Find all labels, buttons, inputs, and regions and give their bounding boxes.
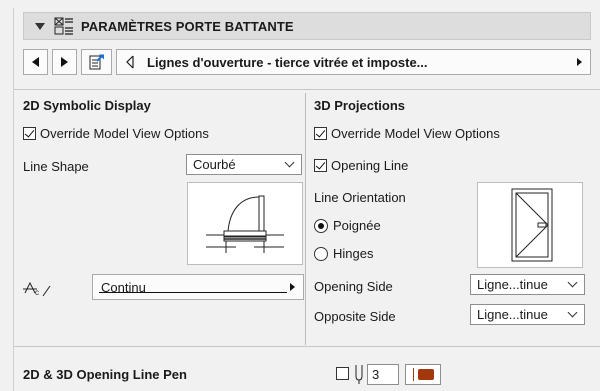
svg-text:c: c xyxy=(35,288,39,297)
divider xyxy=(14,346,600,347)
bookmark-icon xyxy=(126,55,134,69)
line-shape-value: Courbé xyxy=(193,157,236,172)
orientation-radio-handle[interactable]: Poignée xyxy=(314,218,381,233)
symbolic-preview xyxy=(187,182,303,265)
checkbox-checked-icon xyxy=(314,159,327,172)
panel-title: PARAMÈTRES PORTE BATTANTE xyxy=(81,18,294,34)
caret-right-icon xyxy=(290,283,295,291)
left-override-checkbox[interactable]: Override Model View Options xyxy=(23,126,209,141)
line-type-icon: c xyxy=(23,281,51,297)
triangle-right-icon xyxy=(61,57,68,67)
export-preset-button[interactable] xyxy=(81,49,112,75)
pen-icon xyxy=(355,365,363,384)
door-settings-panel: PARAMÈTRES PORTE BATTANTE Lignes d'ouver… xyxy=(13,8,600,391)
divider xyxy=(14,89,600,90)
right-override-label: Override Model View Options xyxy=(331,126,500,141)
radio-unselected-icon xyxy=(314,246,328,261)
opening-side-select[interactable]: Ligne...tinue xyxy=(470,274,585,295)
opening-line-checkbox[interactable]: Opening Line xyxy=(314,158,408,173)
pen-label: 2D & 3D Opening Line Pen xyxy=(23,367,187,382)
right-override-checkbox[interactable]: Override Model View Options xyxy=(314,126,500,141)
caret-right-icon xyxy=(577,58,582,66)
checkbox-checked-icon xyxy=(23,127,36,140)
collapse-triangle-icon[interactable] xyxy=(35,22,45,30)
left-override-label: Override Model View Options xyxy=(40,126,209,141)
door-plan-preview xyxy=(206,195,284,253)
chevron-down-icon xyxy=(567,277,578,288)
checkbox-checked-icon xyxy=(314,127,327,140)
line-type-selector[interactable]: Continu xyxy=(92,274,304,300)
projections-title: 3D Projections xyxy=(314,98,406,113)
triangle-left-icon xyxy=(32,57,39,67)
opposite-side-select[interactable]: Ligne...tinue xyxy=(470,304,585,325)
preset-navigation: Lignes d'ouverture - tierce vitrée et im… xyxy=(23,49,591,75)
preset-selector[interactable]: Lignes d'ouverture - tierce vitrée et im… xyxy=(116,49,591,75)
orientation-radio-hinges[interactable]: Hinges xyxy=(314,246,373,261)
pen-color-chip xyxy=(417,369,434,380)
pen-color-bar xyxy=(412,368,414,381)
pen-number-value: 3 xyxy=(372,367,380,382)
opposite-side-value: Ligne...tinue xyxy=(477,307,548,322)
previous-preset-button[interactable] xyxy=(23,49,48,75)
line-type-sample xyxy=(99,292,287,293)
export-preset-icon xyxy=(89,54,104,70)
radio-selected-icon xyxy=(314,218,328,233)
projection-preview xyxy=(477,182,583,268)
pen-number-input[interactable]: 3 xyxy=(367,364,399,385)
chevron-down-icon xyxy=(284,157,295,168)
opening-line-label: Opening Line xyxy=(331,158,409,173)
line-shape-label: Line Shape xyxy=(23,159,89,174)
pen-override-checkbox[interactable] xyxy=(336,367,349,380)
orientation-option-hinges: Hinges xyxy=(333,246,374,261)
line-orientation-label: Line Orientation xyxy=(314,190,406,205)
line-shape-select[interactable]: Courbé xyxy=(186,154,302,175)
panel-header[interactable]: PARAMÈTRES PORTE BATTANTE xyxy=(23,12,591,40)
pen-color-swatch[interactable] xyxy=(405,364,441,385)
orientation-option-handle: Poignée xyxy=(333,218,381,233)
door-settings-icon xyxy=(54,17,73,35)
door-elevation-preview xyxy=(511,188,553,262)
column-divider xyxy=(305,93,306,345)
preset-label: Lignes d'ouverture - tierce vitrée et im… xyxy=(147,54,428,70)
next-preset-button[interactable] xyxy=(52,49,77,75)
chevron-down-icon xyxy=(567,307,578,318)
symbolic-display-title: 2D Symbolic Display xyxy=(23,98,151,113)
opposite-side-label: Opposite Side xyxy=(314,309,396,324)
opening-side-value: Ligne...tinue xyxy=(477,277,548,292)
opening-side-label: Opening Side xyxy=(314,279,393,294)
